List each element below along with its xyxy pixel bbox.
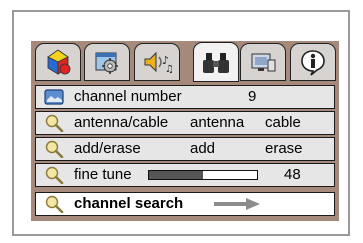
magnifier-icon bbox=[45, 195, 64, 213]
tv-screen-icon bbox=[44, 89, 64, 105]
channel-number-label: channel number bbox=[74, 88, 182, 105]
speaker-music-icon: ♪ ♫ bbox=[144, 51, 173, 75]
fine-tune-slider-fill bbox=[149, 171, 203, 179]
cable-option[interactable]: cable bbox=[265, 112, 301, 134]
colored-shapes-icon bbox=[47, 49, 71, 75]
gear-window-icon bbox=[95, 52, 118, 74]
menu-row-antenna-cable[interactable]: antenna/cable antenna cable bbox=[35, 111, 335, 135]
fine-tune-slider[interactable] bbox=[148, 170, 258, 180]
channel-number-value: 9 bbox=[248, 88, 257, 105]
menu-row-fine-tune[interactable]: fine tune 48 bbox=[35, 163, 335, 187]
tab-input[interactable] bbox=[240, 43, 286, 81]
add-option[interactable]: add bbox=[190, 138, 215, 160]
magnifier-icon bbox=[45, 140, 64, 158]
menu-row-channel-number[interactable]: channel number 9 bbox=[35, 85, 335, 109]
magnifier-icon bbox=[45, 166, 64, 184]
erase-option[interactable]: erase bbox=[265, 138, 303, 160]
menu-row-channel-search[interactable]: channel search bbox=[35, 192, 335, 216]
add-erase-label: add/erase bbox=[74, 140, 141, 157]
tab-audio[interactable]: ♪ ♫ bbox=[134, 43, 180, 81]
magnifier-icon bbox=[45, 114, 64, 132]
fine-tune-label: fine tune bbox=[74, 166, 132, 183]
fine-tune-value: 48 bbox=[284, 166, 301, 183]
tab-setup[interactable] bbox=[35, 43, 81, 81]
antenna-cable-label: antenna/cable bbox=[74, 114, 169, 131]
antenna-option[interactable]: antenna bbox=[190, 112, 244, 134]
channel-search-label: channel search bbox=[74, 195, 184, 212]
binoculars-icon bbox=[203, 53, 229, 73]
arrow-right-icon[interactable] bbox=[214, 198, 262, 210]
tab-info[interactable] bbox=[290, 43, 336, 81]
svg-text:♫: ♫ bbox=[165, 64, 173, 75]
info-icon bbox=[301, 50, 325, 76]
menu-row-add-erase[interactable]: add/erase add erase bbox=[35, 137, 335, 161]
monitor-input-icon bbox=[251, 53, 276, 72]
tab-channel[interactable] bbox=[193, 42, 239, 82]
tab-settings[interactable] bbox=[84, 43, 130, 81]
